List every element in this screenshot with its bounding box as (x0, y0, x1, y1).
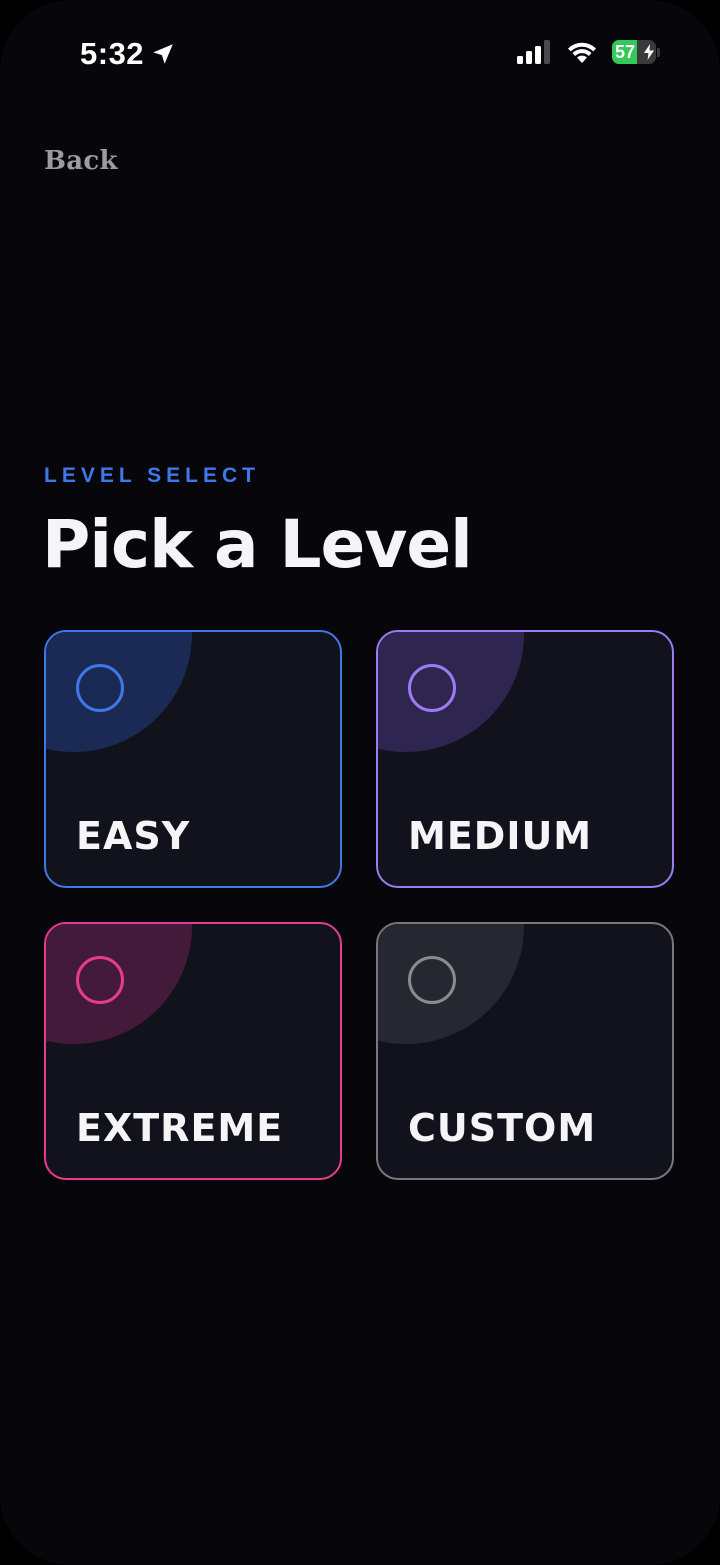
radio-circle-icon (408, 664, 456, 712)
back-button[interactable]: Back (44, 146, 118, 176)
charging-bolt-icon (644, 44, 654, 60)
status-indicators: 57 (516, 40, 660, 64)
section-eyebrow: LEVEL SELECT (44, 464, 260, 487)
level-card-custom[interactable]: CUSTOM (376, 922, 674, 1180)
radio-circle-icon (76, 956, 124, 1004)
level-card-extreme[interactable]: EXTREME (44, 922, 342, 1180)
battery-icon: 57 (612, 40, 656, 64)
level-card-medium[interactable]: MEDIUM (376, 630, 674, 888)
level-label-extreme: EXTREME (76, 1106, 284, 1150)
battery-cap (657, 47, 660, 57)
level-select-screen: 5:32 57 Back LEVEL SELECT Pick a Level E… (0, 0, 720, 1565)
location-arrow-icon (153, 44, 173, 64)
battery-percent: 57 (615, 42, 636, 62)
radio-circle-icon (76, 664, 124, 712)
cellular-signal-icon (517, 40, 550, 64)
level-label-medium: MEDIUM (408, 814, 593, 858)
battery-indicator: 57 (612, 40, 660, 64)
level-label-custom: CUSTOM (408, 1106, 597, 1150)
status-time: 5:32 (80, 36, 145, 71)
level-label-easy: EASY (76, 814, 191, 858)
page-title: Pick a Level (42, 506, 473, 583)
status-time-group: 5:32 (80, 36, 176, 72)
radio-circle-icon (408, 956, 456, 1004)
status-bar: 5:32 57 (0, 0, 720, 110)
level-card-easy[interactable]: EASY (44, 630, 342, 888)
wifi-icon (568, 42, 596, 63)
